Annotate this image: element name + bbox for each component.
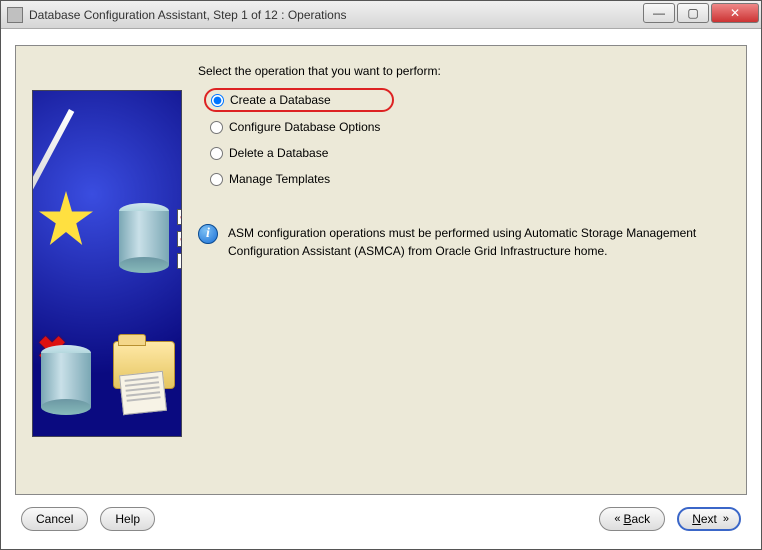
window: Database Configuration Assistant, Step 1… bbox=[0, 0, 762, 550]
next-button[interactable]: Next » bbox=[677, 507, 741, 531]
button-label: Cancel bbox=[36, 512, 73, 526]
close-button[interactable]: ✕ bbox=[711, 3, 759, 23]
help-button[interactable]: Help bbox=[100, 507, 155, 531]
window-title: Database Configuration Assistant, Step 1… bbox=[29, 8, 643, 22]
prompt-text: Select the operation that you want to pe… bbox=[198, 64, 730, 78]
database-cylinder-icon bbox=[119, 211, 169, 265]
star-icon bbox=[39, 191, 93, 245]
option-create-database[interactable]: Create a Database bbox=[204, 88, 394, 112]
option-manage-templates[interactable]: Manage Templates bbox=[204, 168, 730, 190]
option-delete-database[interactable]: Delete a Database bbox=[204, 142, 730, 164]
button-label: ext bbox=[701, 512, 717, 526]
cancel-button[interactable]: Cancel bbox=[21, 507, 88, 531]
button-label: Help bbox=[115, 512, 140, 526]
papers-icon bbox=[119, 371, 167, 415]
option-delete-database-radio[interactable] bbox=[210, 147, 223, 160]
option-label: Delete a Database bbox=[229, 146, 328, 160]
maximize-button[interactable]: ▢ bbox=[677, 3, 709, 23]
option-configure-database-radio[interactable] bbox=[210, 121, 223, 134]
option-label: Configure Database Options bbox=[229, 120, 380, 134]
chevron-right-icon: » bbox=[723, 513, 726, 525]
window-controls: — ▢ ✕ bbox=[643, 1, 761, 28]
app-icon bbox=[7, 7, 23, 23]
wizard-footer: Cancel Help « Back Next » bbox=[15, 495, 747, 543]
wizard-panel: ✖ Select the operation that you want to … bbox=[15, 45, 747, 495]
titlebar[interactable]: Database Configuration Assistant, Step 1… bbox=[1, 1, 761, 29]
chevron-left-icon: « bbox=[614, 513, 617, 525]
content-area: ✖ Select the operation that you want to … bbox=[1, 29, 761, 549]
option-create-database-radio[interactable] bbox=[211, 94, 224, 107]
wizard-side-graphic: ✖ bbox=[32, 90, 182, 437]
info-area: i ASM configuration operations must be p… bbox=[198, 224, 730, 260]
button-label: ack bbox=[632, 512, 651, 526]
back-button[interactable]: « Back bbox=[599, 507, 665, 531]
option-manage-templates-radio[interactable] bbox=[210, 173, 223, 186]
minimize-button[interactable]: — bbox=[643, 3, 675, 23]
wizard-main: Select the operation that you want to pe… bbox=[198, 58, 730, 482]
option-label: Create a Database bbox=[230, 93, 331, 107]
checkbox-icon bbox=[177, 253, 182, 269]
checkbox-icon bbox=[177, 231, 182, 247]
info-icon: i bbox=[198, 224, 218, 244]
database-cylinder-icon bbox=[41, 353, 91, 407]
info-text: ASM configuration operations must be per… bbox=[228, 224, 722, 260]
operation-options: Create a Database Configure Database Opt… bbox=[204, 88, 730, 190]
option-label: Manage Templates bbox=[229, 172, 330, 186]
checkbox-icon bbox=[177, 209, 182, 225]
option-configure-database[interactable]: Configure Database Options bbox=[204, 116, 730, 138]
